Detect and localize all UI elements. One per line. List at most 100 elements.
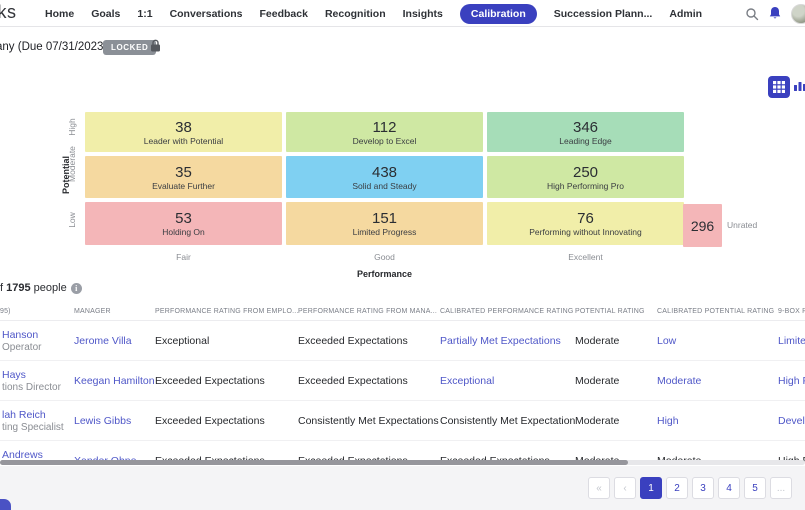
nine-box-cell-value: High Pe (778, 441, 805, 462)
nine-box-cell-value: High Pe (778, 361, 805, 401)
calibrated-potential-link[interactable]: Moderate (657, 375, 701, 387)
cell-label: Limited Progress (353, 227, 417, 237)
nine-box-cell-value: Develop (778, 401, 805, 441)
col-header-nine-box[interactable]: 9-BOX PO... (778, 303, 805, 321)
cell-count: 53 (175, 210, 192, 227)
cell-count: 346 (573, 119, 598, 136)
pagination-page-2[interactable]: 2 (666, 477, 688, 499)
bar-chart-icon (793, 79, 805, 93)
main-nav: Home Goals 1:1 Conversations Feedback Re… (45, 0, 702, 27)
perf-employee-cell: Exceeded Expectations (155, 361, 298, 401)
app-logo[interactable]: rks (0, 2, 17, 23)
calibrated-potential-cell: Moderate (657, 441, 778, 462)
cycle-header: any (Due 07/31/2023) LOCKED (0, 38, 805, 56)
pagination-page-3[interactable]: 3 (692, 477, 714, 499)
nav-item-goals[interactable]: Goals (91, 8, 120, 20)
nine-box-cell-performing-without-innovating[interactable]: 76 Performing without Innovating (487, 202, 684, 245)
nav-item-conversations[interactable]: Conversations (170, 8, 243, 20)
nine-box-link[interactable]: High Pe (778, 375, 805, 387)
horizontal-scrollbar-track[interactable] (0, 460, 805, 465)
cell-count: 112 (373, 119, 397, 136)
nine-box-cell-develop-to-excel[interactable]: 112 Develop to Excel (286, 112, 483, 152)
nav-item-home[interactable]: Home (45, 8, 74, 20)
pagination-first-button[interactable]: « (588, 477, 610, 499)
nav-item-calibration-active[interactable]: Calibration (460, 4, 537, 24)
row-label-high: High (67, 117, 77, 137)
calibrated-potential-cell: Moderate (657, 361, 778, 401)
manager-link[interactable]: Jerome Villa (74, 335, 132, 347)
calibrated-potential-link[interactable]: High (657, 415, 679, 427)
col-header-manager[interactable]: MANAGER (74, 303, 155, 321)
cell-count: 35 (175, 164, 192, 181)
manager-link[interactable]: Keegan Hamilton (74, 375, 155, 387)
col-header-calibrated-perf[interactable]: CALIBRATED PERFORMANCE RATING (440, 303, 575, 321)
col-header-calibrated-potential[interactable]: CALIBRATED POTENTIAL RATING (657, 303, 778, 321)
col-header-name[interactable]: 95) (0, 303, 74, 321)
nav-right-icons (745, 0, 805, 27)
unrated-count: 296 (691, 218, 714, 234)
nine-box-cell-evaluate-further[interactable]: 35 Evaluate Further (85, 156, 282, 198)
pagination-prev-button[interactable]: ‹ (614, 477, 636, 499)
search-icon[interactable] (745, 7, 759, 21)
nav-item-feedback[interactable]: Feedback (260, 8, 308, 20)
manager-link[interactable]: Lewis Gibbs (74, 415, 131, 427)
employee-link[interactable]: Hays (2, 369, 26, 381)
nine-box-cell-solid-and-steady[interactable]: 438 Solid and Steady (286, 156, 483, 198)
calibrated-potential-link[interactable]: Low (657, 335, 676, 347)
calibrated-perf-link[interactable]: Partially Met Expectations (440, 335, 561, 347)
perf-employee-cell: Exceeded Expectations (155, 441, 298, 462)
col-header-potential[interactable]: POTENTIAL RATING (575, 303, 657, 321)
bell-icon[interactable] (768, 6, 782, 21)
unrated-cell[interactable]: 296 (683, 204, 722, 247)
user-avatar[interactable] (791, 4, 805, 24)
nine-box-cell-leader-with-potential[interactable]: 38 Leader with Potential (85, 112, 282, 152)
nav-item-1on1[interactable]: 1:1 (137, 8, 152, 20)
nine-box-cell-limited-progress[interactable]: 151 Limited Progress (286, 202, 483, 245)
employee-link[interactable]: Hanson (2, 329, 38, 341)
nine-box-link[interactable]: Develop (778, 415, 805, 427)
perf-manager-cell: Exceeded Expectations (298, 321, 440, 361)
nav-item-admin[interactable]: Admin (669, 8, 702, 20)
nine-box-link[interactable]: Limited (778, 335, 805, 347)
manager-cell: Xander Ohno (74, 441, 155, 462)
perf-employee-cell: Exceptional (155, 321, 298, 361)
unrated-label: Unrated (727, 220, 757, 230)
nine-box-cell-holding-on[interactable]: 53 Holding On (85, 202, 282, 245)
table-row-name: Hays tions Director (0, 361, 74, 401)
chat-bubble-partial[interactable] (0, 499, 11, 510)
calibrated-perf-cell: Exceptional (440, 361, 575, 401)
horizontal-scrollbar-thumb[interactable] (0, 460, 628, 465)
pagination-page-1[interactable]: 1 (640, 477, 662, 499)
pagination: « ‹ 1 2 3 4 5 ... (588, 477, 792, 499)
pagination-page-5[interactable]: 5 (744, 477, 766, 499)
calibrated-perf-cell: Exceeded Expectations (440, 441, 575, 462)
info-icon[interactable]: i (71, 283, 82, 294)
nine-box-grid: 38 Leader with Potential 112 Develop to … (85, 112, 684, 245)
employee-link[interactable]: lah Reich (2, 409, 46, 421)
calibrated-perf-cell: Partially Met Expectations (440, 321, 575, 361)
row-label-moderate: Moderate (67, 162, 77, 182)
potential-cell: Moderate (575, 401, 657, 441)
nav-item-recognition[interactable]: Recognition (325, 8, 386, 20)
calibrated-perf-link[interactable]: Exceptional (440, 375, 494, 387)
calibrated-potential-cell: High (657, 401, 778, 441)
col-header-perf-manager[interactable]: PERFORMANCE RATING FROM MANA... (298, 303, 440, 321)
nav-item-succession-planning[interactable]: Succession Plann... (554, 8, 653, 20)
cell-count: 76 (577, 210, 594, 227)
lock-icon (150, 39, 161, 57)
perf-manager-cell: Exceeded Expectations (298, 441, 440, 462)
col-header-perf-employee[interactable]: PERFORMANCE RATING FROM EMPLO... (155, 303, 298, 321)
table-row-name: Andrews ation Securit (0, 441, 74, 462)
calibrated-perf-cell: Consistently Met Expectations (440, 401, 575, 441)
calibration-table: 95) MANAGER PERFORMANCE RATING FROM EMPL… (0, 303, 805, 462)
manager-cell: Lewis Gibbs (74, 401, 155, 441)
pagination-ellipsis[interactable]: ... (770, 477, 792, 499)
nine-box-cell-high-performing-pro[interactable]: 250 High Performing Pro (487, 156, 684, 198)
perf-manager-cell: Consistently Met Expectations (298, 401, 440, 441)
chart-view-toggle-button[interactable] (793, 79, 805, 95)
pagination-page-4[interactable]: 4 (718, 477, 740, 499)
employee-title: Operator (2, 342, 41, 353)
nav-item-insights[interactable]: Insights (403, 8, 443, 20)
grid-view-toggle-button[interactable] (768, 76, 790, 98)
nine-box-cell-leading-edge[interactable]: 346 Leading Edge (487, 112, 684, 152)
